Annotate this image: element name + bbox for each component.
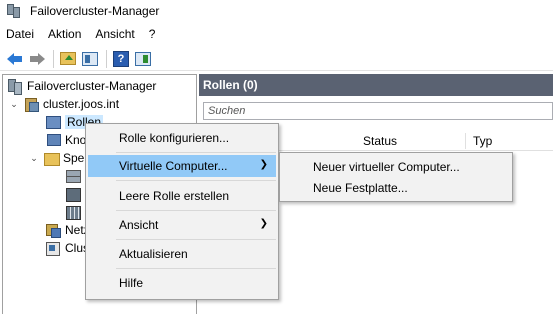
action-pane-icon bbox=[135, 51, 151, 66]
menu-item-label: Neue Festplatte... bbox=[313, 181, 408, 195]
forward-arrow-icon bbox=[29, 52, 45, 65]
menu-separator bbox=[116, 210, 276, 211]
menu-datei[interactable]: Datei bbox=[0, 27, 41, 41]
menu-separator bbox=[116, 239, 276, 240]
cluster-manager-icon bbox=[7, 78, 23, 95]
pools-icon bbox=[65, 186, 81, 202]
tree-node-storage-enclosures[interactable] bbox=[65, 203, 81, 221]
tree-node-root-label: Failovercluster-Manager bbox=[27, 79, 157, 93]
tree-node-storage-disks[interactable] bbox=[65, 167, 81, 185]
column-status[interactable]: Status bbox=[363, 134, 397, 148]
up-button[interactable] bbox=[58, 49, 78, 69]
menu-separator bbox=[116, 268, 276, 269]
tree-node-storage-pools[interactable] bbox=[65, 185, 81, 203]
menu-help[interactable]: ? bbox=[142, 27, 163, 41]
menu-item-help[interactable]: Hilfe bbox=[88, 272, 276, 294]
toolbar-separator bbox=[53, 49, 54, 68]
console-tree-icon bbox=[82, 51, 98, 66]
search-input[interactable]: Suchen bbox=[203, 102, 553, 120]
console-tree-button[interactable] bbox=[80, 49, 100, 69]
menu-item-label: Leere Rolle erstellen bbox=[119, 189, 230, 203]
menu-bar: Datei Aktion Ansicht ? bbox=[0, 24, 162, 44]
collapse-chevron-icon[interactable]: ⌄ bbox=[9, 99, 19, 109]
menu-item-new-hard-disk[interactable]: Neue Festplatte... bbox=[282, 177, 510, 199]
menu-ansicht[interactable]: Ansicht bbox=[88, 27, 141, 41]
back-button[interactable] bbox=[5, 49, 25, 69]
submenu-arrow-icon: ❯ bbox=[259, 159, 268, 170]
menu-item-configure-role[interactable]: Rolle konfigurieren... bbox=[88, 127, 276, 149]
menu-separator bbox=[116, 180, 276, 181]
menu-item-label: Virtuelle Computer... bbox=[119, 159, 228, 173]
cluster-icon bbox=[23, 96, 39, 112]
tree-node-cluster-label: cluster.joos.int bbox=[43, 97, 120, 111]
enclosures-icon bbox=[65, 204, 81, 220]
context-menu: Rolle konfigurieren... Virtuelle Compute… bbox=[85, 123, 279, 300]
virtual-machines-submenu: Neuer virtueller Computer... Neue Festpl… bbox=[279, 152, 513, 202]
folder-up-icon bbox=[60, 52, 76, 65]
window-title: Failovercluster-Manager bbox=[30, 4, 160, 18]
failover-cluster-manager-icon bbox=[6, 3, 22, 19]
forward-button[interactable] bbox=[27, 49, 47, 69]
menu-item-label: Rolle konfigurieren... bbox=[119, 131, 230, 145]
roles-icon bbox=[45, 114, 61, 130]
menu-item-label: Hilfe bbox=[119, 276, 144, 290]
events-icon bbox=[45, 240, 61, 256]
menu-item-create-empty-role[interactable]: Leere Rolle erstellen bbox=[88, 185, 276, 207]
menu-aktion[interactable]: Aktion bbox=[41, 27, 88, 41]
column-type[interactable]: Typ bbox=[473, 134, 492, 148]
menu-item-view[interactable]: Ansicht ❯ bbox=[88, 214, 276, 236]
back-arrow-icon bbox=[7, 52, 23, 65]
menu-item-new-virtual-machine[interactable]: Neuer virtueller Computer... bbox=[282, 156, 510, 178]
help-icon: ? bbox=[113, 50, 129, 67]
tree-node-root[interactable]: Failovercluster-Manager bbox=[7, 77, 156, 95]
menu-item-label: Ansicht bbox=[119, 218, 159, 232]
networks-icon bbox=[45, 222, 61, 238]
nodes-icon bbox=[45, 132, 61, 148]
roles-pane-header: Rollen (0) bbox=[199, 74, 553, 96]
menu-item-label: Neuer virtueller Computer... bbox=[313, 160, 460, 174]
menu-separator bbox=[116, 152, 276, 153]
toolbar-separator bbox=[106, 49, 107, 68]
menu-item-virtual-machines[interactable]: Virtuelle Computer... ❯ bbox=[88, 155, 276, 177]
menu-item-label: Aktualisieren bbox=[119, 247, 188, 261]
collapse-chevron-icon[interactable]: ⌄ bbox=[29, 153, 39, 163]
toolbar: ? bbox=[0, 47, 553, 71]
disks-icon bbox=[65, 168, 81, 184]
help-button[interactable]: ? bbox=[111, 49, 131, 69]
column-divider[interactable] bbox=[465, 133, 466, 149]
tree-node-cluster[interactable]: ⌄ cluster.joos.int bbox=[9, 95, 119, 113]
action-pane-button[interactable] bbox=[133, 49, 153, 69]
menu-item-refresh[interactable]: Aktualisieren bbox=[88, 243, 276, 265]
title-bar: Failovercluster-Manager bbox=[0, 0, 553, 22]
folder-icon bbox=[43, 150, 60, 166]
submenu-arrow-icon: ❯ bbox=[259, 218, 268, 229]
